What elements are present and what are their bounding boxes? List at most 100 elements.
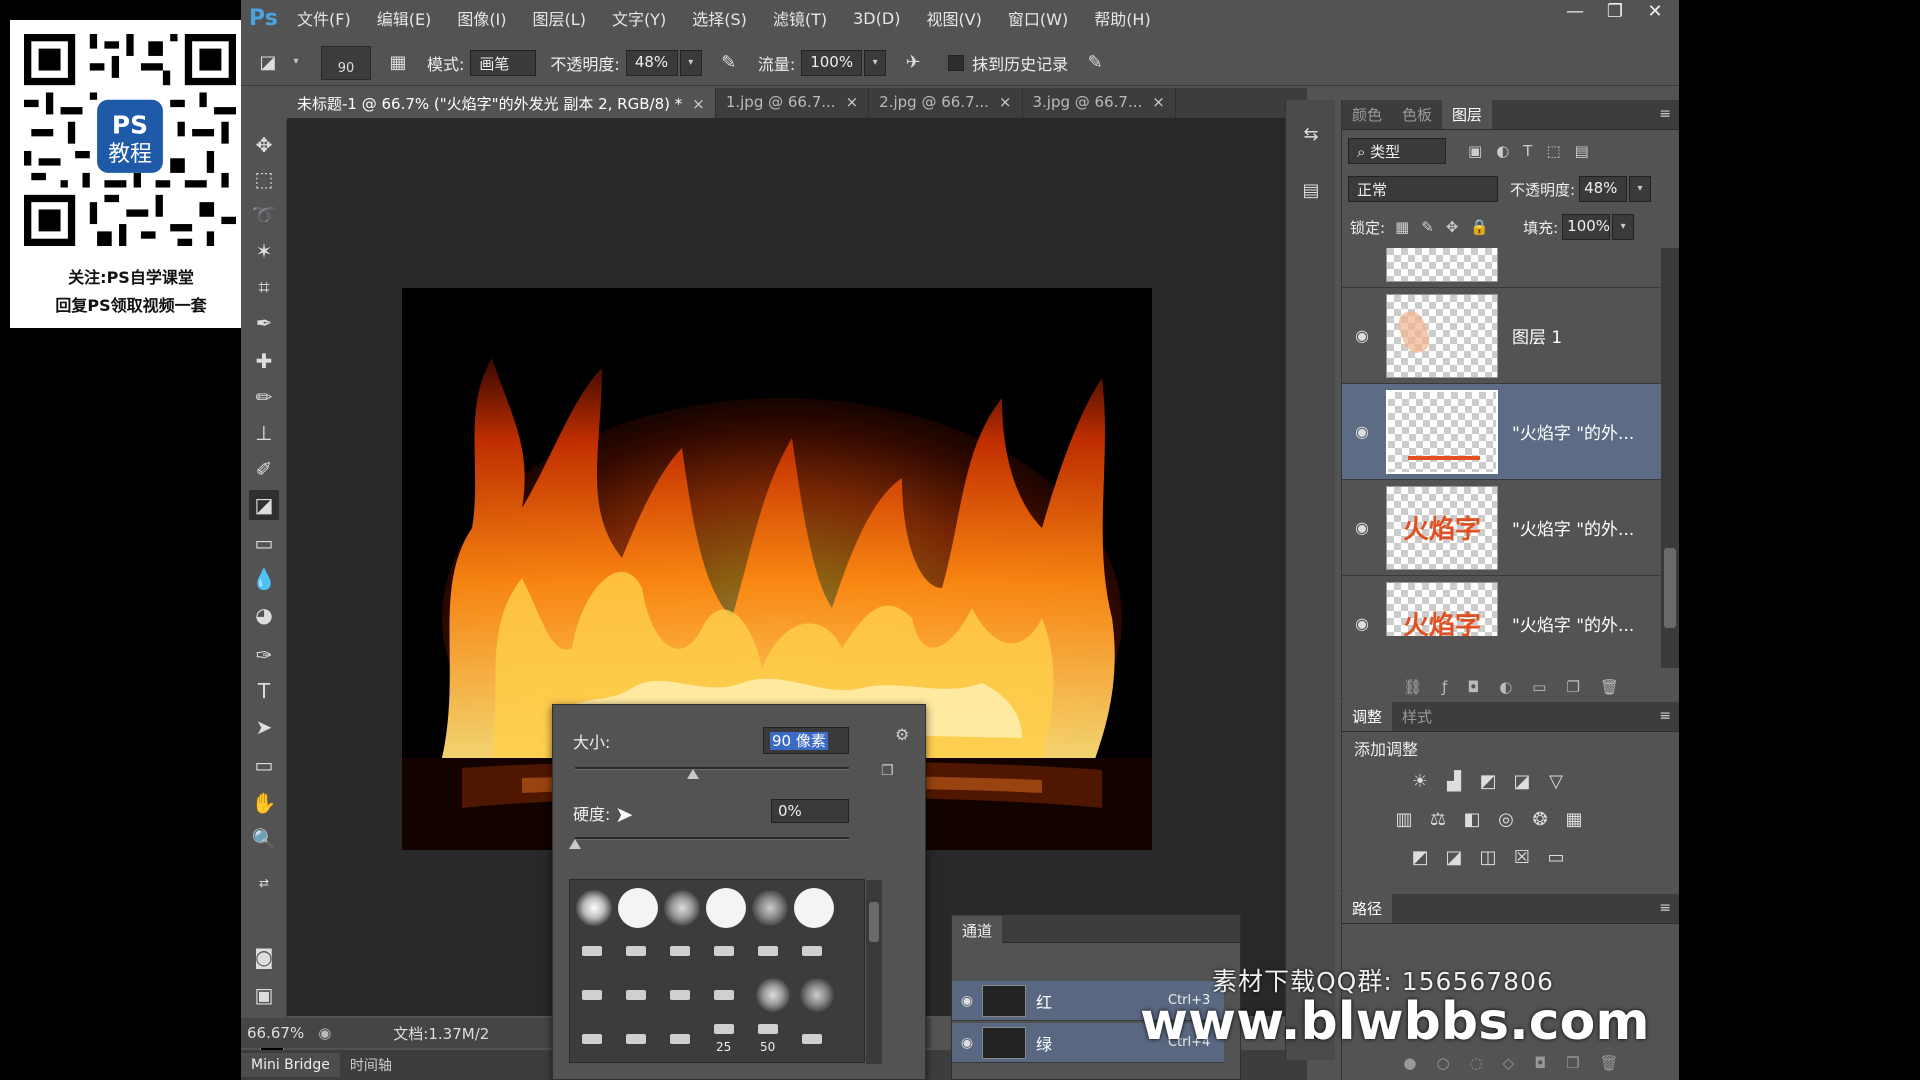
brush-preset-small[interactable] (758, 1024, 778, 1034)
blur-tool-icon[interactable]: 💧 (249, 564, 279, 594)
crop-tool-icon[interactable]: ⌗ (249, 272, 279, 302)
layer-opacity-input[interactable]: 48% (1579, 176, 1628, 202)
tab-layers[interactable]: 图层 (1442, 100, 1493, 129)
history-panel-icon[interactable]: ⇆ (1296, 120, 1326, 150)
brush-preset-hard[interactable] (794, 888, 834, 928)
layer-row-selected[interactable]: ◉ "火焰字 "的外... (1342, 384, 1662, 480)
panel-menu-icon[interactable]: ≡ (1659, 708, 1671, 724)
fill-path-icon[interactable]: ● (1403, 1054, 1416, 1072)
lock-all-icon[interactable]: 🔒 (1470, 218, 1489, 236)
menu-type[interactable]: 文字(Y) (612, 6, 666, 30)
hue-saturation-icon[interactable]: ▥ (1392, 808, 1416, 832)
tab-document-2[interactable]: 1.jpg @ 66.7... × (716, 88, 870, 118)
photo-filter-icon[interactable]: ◎ (1494, 808, 1518, 832)
menu-view[interactable]: 视图(V) (926, 6, 981, 30)
hardness-slider-thumb[interactable] (569, 839, 581, 849)
black-white-icon[interactable]: ◧ (1460, 808, 1484, 832)
quick-mask-icon[interactable]: ◙ (249, 942, 279, 972)
hand-tool-icon[interactable]: ✋ (249, 788, 279, 818)
selective-color-icon[interactable]: ☒ (1510, 846, 1534, 870)
lock-pixels-icon[interactable]: ✎ (1421, 218, 1434, 236)
lasso-tool-icon[interactable]: ➰ (249, 200, 279, 230)
threshold-icon[interactable]: ◫ (1476, 846, 1500, 870)
vibrance-icon[interactable]: ▽ (1544, 770, 1568, 794)
brush-preset-small[interactable] (670, 990, 690, 1000)
brush-preset-soft[interactable] (576, 890, 612, 926)
tab-mini-bridge[interactable]: Mini Bridge (241, 1053, 340, 1077)
brush-preset-soft[interactable] (752, 890, 788, 926)
add-mask-icon[interactable]: ◘ (1534, 1054, 1546, 1072)
tab-close-icon[interactable]: × (846, 93, 859, 111)
filter-shape-icon[interactable]: ⬚ (1546, 142, 1560, 160)
channel-mixer-icon[interactable]: ❂ (1528, 808, 1552, 832)
minimize-button[interactable]: — (1555, 0, 1595, 26)
gear-icon[interactable]: ⚙ (895, 725, 909, 744)
tab-color[interactable]: 颜色 (1342, 100, 1392, 129)
status-info-icon[interactable]: ◉ (318, 1024, 331, 1042)
tab-timeline[interactable]: 时间轴 (340, 1051, 402, 1079)
panel-menu-icon[interactable]: ≡ (1659, 106, 1671, 122)
new-adjustment-icon[interactable]: ◐ (1499, 678, 1512, 696)
brush-preset-hard[interactable] (618, 888, 658, 928)
menu-3d[interactable]: 3D(D) (853, 9, 900, 28)
layer-filter-select[interactable]: ⌕ 类型 (1348, 138, 1446, 164)
menu-select[interactable]: 选择(S) (692, 6, 747, 30)
invert-icon[interactable]: ◩ (1408, 846, 1432, 870)
brush-preset-small[interactable] (670, 946, 690, 956)
type-tool-icon[interactable]: T (249, 676, 279, 706)
tab-swatches[interactable]: 色板 (1392, 100, 1442, 129)
flow-input[interactable]: 100% (801, 49, 863, 76)
history-brush-tool-icon[interactable]: ✐ (249, 454, 279, 484)
layers-scrollbar[interactable] (1661, 248, 1679, 668)
brush-preset-soft[interactable] (800, 978, 834, 1012)
pen-tool-icon[interactable]: ✑ (249, 640, 279, 670)
eraser-tool-icon[interactable]: ◪ (249, 490, 279, 520)
delete-layer-icon[interactable]: 🗑 (1600, 678, 1619, 696)
menu-image[interactable]: 图像(I) (457, 6, 506, 30)
lock-transparent-icon[interactable]: ▦ (1395, 218, 1409, 236)
new-preset-icon[interactable]: ❐ (881, 763, 894, 779)
tab-document-1[interactable]: 未标题-1 @ 66.7% ("火焰字"的外发光 副本 2, RGB/8) * × (287, 88, 716, 118)
eraser-tool-preset-icon[interactable]: ◪ (253, 48, 283, 78)
curves-icon[interactable]: ◩ (1476, 770, 1500, 794)
gradient-map-icon[interactable]: ▭ (1544, 846, 1568, 870)
layer-style-icon[interactable]: ƒ (1442, 678, 1447, 696)
brush-preset-hard[interactable] (706, 888, 746, 928)
eye-icon[interactable]: ◉ (952, 1035, 982, 1051)
size-slider-thumb[interactable] (686, 769, 699, 779)
opacity-input[interactable]: 48% (625, 49, 678, 76)
menu-edit[interactable]: 编辑(E) (377, 6, 432, 30)
brush-preset-small[interactable] (670, 1034, 690, 1044)
close-button[interactable]: ✕ (1635, 0, 1675, 26)
brush-preset-small[interactable] (626, 946, 646, 956)
mode-select[interactable]: 画笔 (470, 49, 537, 76)
size-input[interactable]: 90 像素 (763, 727, 849, 754)
brush-preset-small[interactable] (582, 1034, 602, 1044)
eye-icon[interactable]: ◉ (952, 993, 982, 1009)
add-mask-icon[interactable]: ◘ (1467, 678, 1479, 696)
zoom-level[interactable]: 66.67% (247, 1024, 304, 1042)
hardness-input[interactable]: 0% (771, 799, 849, 823)
fill-input[interactable]: 100% (1562, 214, 1611, 240)
preset-scroll-thumb[interactable] (869, 902, 879, 942)
clone-stamp-tool-icon[interactable]: ⊥ (249, 418, 279, 448)
brush-preset-small[interactable] (714, 990, 734, 1000)
layer-row[interactable]: ◉ 火焰字 "火焰字 "的外... (1342, 576, 1662, 636)
pressure-opacity-icon[interactable]: ✎ (714, 48, 744, 78)
properties-panel-icon[interactable]: ▤ (1296, 176, 1326, 206)
layer-visibility-icon[interactable]: ◉ (1342, 422, 1382, 441)
stroke-path-icon[interactable]: ○ (1436, 1054, 1449, 1072)
tab-document-4[interactable]: 3.jpg @ 66.7... × (1023, 88, 1176, 118)
move-tool-icon[interactable]: ✥ (249, 130, 279, 160)
brush-preset-small[interactable] (626, 1034, 646, 1044)
new-group-icon[interactable]: ▭ (1532, 678, 1546, 696)
brightness-icon[interactable]: ☀ (1408, 770, 1432, 794)
posterize-icon[interactable]: ◪ (1442, 846, 1466, 870)
fill-dropdown-icon[interactable]: ▾ (1612, 214, 1635, 240)
brush-preset-small[interactable] (626, 990, 646, 1000)
opacity-dropdown-icon[interactable]: ▾ (679, 49, 702, 76)
menu-window[interactable]: 窗口(W) (1008, 6, 1068, 30)
brush-preset-small[interactable] (714, 1024, 734, 1034)
layer-visibility-icon[interactable]: ◉ (1342, 326, 1382, 345)
airbrush-icon[interactable]: ✈ (898, 48, 928, 78)
